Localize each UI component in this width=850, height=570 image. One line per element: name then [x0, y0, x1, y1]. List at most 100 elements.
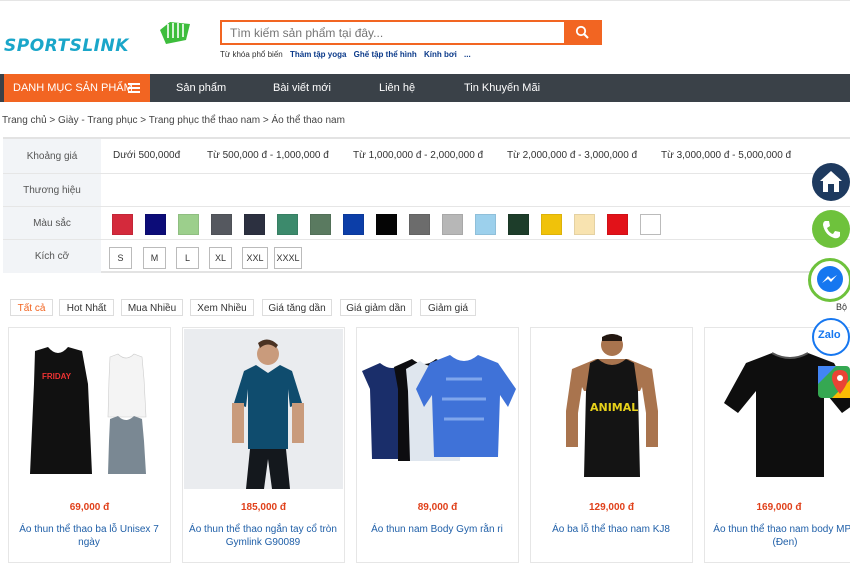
- size-option[interactable]: XXL: [242, 247, 268, 269]
- nav-item-promotions[interactable]: Tin Khuyến Mãi: [464, 74, 540, 102]
- float-maps-button[interactable]: [818, 366, 850, 398]
- top-border: [0, 0, 850, 1]
- color-swatch[interactable]: [508, 214, 529, 235]
- filter-label-price: Khoảng giá: [3, 139, 101, 173]
- color-swatch[interactable]: [211, 214, 232, 235]
- sort-price-asc[interactable]: Giá tăng dần: [262, 299, 332, 316]
- keyword-link[interactable]: Thảm tập yoga: [290, 50, 346, 59]
- color-swatch[interactable]: [145, 214, 166, 235]
- color-swatch[interactable]: [112, 214, 133, 235]
- popular-keywords: Từ khóa phổ biến Thảm tập yoga Ghế tập t…: [220, 50, 476, 59]
- hamburger-icon: [128, 83, 140, 93]
- shirt-print-text: FRIDAY: [42, 372, 72, 381]
- size-option[interactable]: L: [176, 247, 199, 269]
- color-swatch[interactable]: [541, 214, 562, 235]
- product-name[interactable]: Áo thun thể thao ngắn tay cổ tròn Gymlin…: [187, 523, 339, 549]
- float-messenger-button[interactable]: [808, 258, 850, 302]
- product-card[interactable]: 169,000 đ Áo thun thể thao nam body MP3 …: [704, 327, 850, 563]
- keyword-link[interactable]: Ghế tập thể hình: [354, 50, 417, 59]
- color-swatch[interactable]: [178, 214, 199, 235]
- product-price: 129,000 đ: [588, 502, 635, 513]
- nav-item-products[interactable]: Sản phẩm: [176, 74, 226, 102]
- sort-hot[interactable]: Hot Nhất: [59, 299, 114, 316]
- shirt-print-text: ANIMAL: [590, 401, 638, 414]
- color-swatch[interactable]: [475, 214, 496, 235]
- size-option[interactable]: M: [143, 247, 166, 269]
- keyword-link[interactable]: Kính bơi: [424, 50, 457, 59]
- product-name[interactable]: Áo thun thể thao nam body MP3 (Đen): [709, 523, 850, 549]
- color-swatch[interactable]: [343, 214, 364, 235]
- nav-item-new-posts[interactable]: Bài viết mới: [273, 74, 331, 102]
- price-range-option[interactable]: Từ 3,000,000 đ - 5,000,000 đ: [661, 139, 791, 172]
- color-swatch[interactable]: [574, 214, 595, 235]
- product-name[interactable]: Áo thun thể thao ba lỗ Unisex 7 ngày: [13, 523, 165, 549]
- product-name[interactable]: Áo ba lỗ thể thao nam KJ8: [535, 523, 687, 536]
- product-image[interactable]: ANIMAL: [532, 329, 691, 489]
- filter-label-brand: Thương hiệu: [3, 174, 101, 206]
- keyword-more[interactable]: ...: [464, 50, 471, 59]
- home-icon: [820, 171, 842, 192]
- size-option[interactable]: XL: [209, 247, 232, 269]
- filter-label-size: Kích cỡ: [3, 240, 101, 273]
- product-card[interactable]: FRIDAY 69,000 đ Áo thun thể thao ba lỗ U…: [8, 327, 171, 563]
- sort-all[interactable]: Tất cả: [10, 299, 53, 316]
- price-range-option[interactable]: Từ 500,000 đ - 1,000,000 đ: [207, 139, 329, 172]
- float-home-button[interactable]: [812, 163, 850, 201]
- search-input[interactable]: [222, 22, 570, 43]
- price-range-option[interactable]: Dưới 500,000đ: [113, 139, 180, 172]
- product-price: 169,000 đ: [756, 502, 802, 513]
- main-nav: DANH MỤC SẢN PHẨM Sản phẩm Bài viết mới …: [0, 74, 850, 102]
- product-price: 69,000 đ: [69, 502, 110, 513]
- search-button[interactable]: [564, 22, 600, 43]
- product-grid: FRIDAY 69,000 đ Áo thun thể thao ba lỗ U…: [0, 327, 850, 570]
- sort-discount[interactable]: Giảm giá: [420, 299, 476, 316]
- sort-price-desc[interactable]: Giá giảm dần: [340, 299, 412, 316]
- product-image[interactable]: [184, 329, 343, 489]
- filter-row-size: Kích cỡ S M L XL XXL XXXL: [3, 240, 850, 273]
- breadcrumb[interactable]: Trang chủ > Giày - Trang phục > Trang ph…: [2, 115, 345, 126]
- color-swatch[interactable]: [277, 214, 298, 235]
- color-swatch[interactable]: [376, 214, 397, 235]
- float-phone-button[interactable]: [812, 210, 850, 248]
- color-swatch[interactable]: [640, 214, 661, 235]
- color-swatch[interactable]: [310, 214, 331, 235]
- size-option[interactable]: S: [109, 247, 132, 269]
- product-price: 185,000 đ: [240, 502, 287, 513]
- nav-item-contact[interactable]: Liên hệ: [379, 74, 415, 102]
- keywords-label: Từ khóa phổ biến: [220, 50, 283, 59]
- logo[interactable]: SPORTSLINK: [4, 18, 194, 60]
- float-zalo-button[interactable]: Zalo: [812, 318, 850, 356]
- filter-row-price: Khoảng giá Dưới 500,000đ Từ 500,000 đ - …: [3, 139, 850, 174]
- filter-label-color: Màu sắc: [3, 207, 101, 239]
- color-swatch[interactable]: [409, 214, 430, 235]
- filter-row-color: Màu sắc: [3, 207, 850, 240]
- color-swatch[interactable]: [607, 214, 628, 235]
- logo-mark-icon: [160, 22, 190, 44]
- product-price: 89,000 đ: [417, 502, 458, 513]
- price-range-option[interactable]: Từ 1,000,000 đ - 2,000,000 đ: [353, 139, 483, 172]
- color-swatch[interactable]: [442, 214, 463, 235]
- filter-panel: Khoảng giá Dưới 500,000đ Từ 500,000 đ - …: [3, 137, 850, 273]
- sort-most-viewed[interactable]: Xem Nhiều: [190, 299, 254, 316]
- price-range-option[interactable]: Từ 2,000,000 đ - 3,000,000 đ: [507, 139, 637, 172]
- phone-icon: [823, 221, 840, 239]
- filter-row-brand: Thương hiệu: [3, 174, 850, 207]
- search-icon: [575, 25, 589, 39]
- sort-most-bought[interactable]: Mua Nhiều: [121, 299, 183, 316]
- logo-text: SPORTSLINK: [4, 36, 129, 56]
- messenger-icon: [817, 266, 843, 292]
- sort-cutoff-text[interactable]: Bộ: [836, 302, 847, 312]
- product-image[interactable]: FRIDAY: [10, 329, 169, 489]
- product-name[interactable]: Áo thun nam Body Gym rằn ri: [361, 523, 513, 536]
- search-box: [220, 20, 602, 45]
- zalo-icon: Zalo: [818, 329, 841, 341]
- google-maps-icon: [818, 366, 850, 398]
- product-card[interactable]: 89,000 đ Áo thun nam Body Gym rằn ri: [356, 327, 519, 563]
- color-swatch[interactable]: [244, 214, 265, 235]
- product-card[interactable]: ANIMAL 129,000 đ Áo ba lỗ thể thao nam K…: [530, 327, 693, 563]
- category-menu-label: DANH MỤC SẢN PHẨM: [13, 82, 133, 94]
- size-option[interactable]: XXXL: [274, 247, 302, 269]
- product-card[interactable]: 185,000 đ Áo thun thể thao ngắn tay cổ t…: [182, 327, 345, 563]
- product-image[interactable]: [358, 329, 517, 489]
- category-menu-button[interactable]: DANH MỤC SẢN PHẨM: [4, 74, 150, 102]
